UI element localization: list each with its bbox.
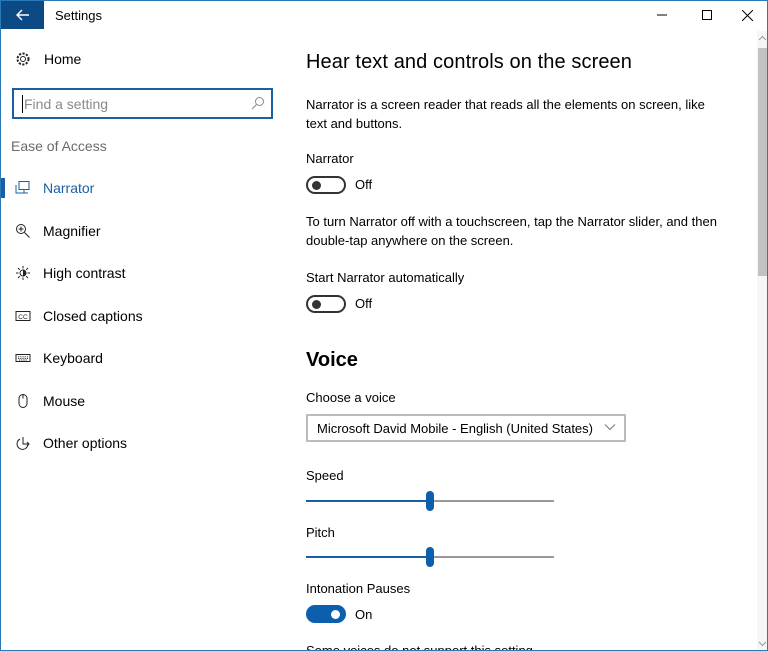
scrollbar-thumb[interactable] bbox=[758, 48, 767, 276]
close-icon bbox=[741, 9, 753, 21]
choose-voice-label: Choose a voice bbox=[306, 390, 396, 405]
scroll-down-icon[interactable] bbox=[758, 640, 767, 648]
intonation-toggle[interactable] bbox=[306, 605, 346, 623]
start-narrator-toggle-state: Off bbox=[355, 296, 373, 311]
other-options-icon bbox=[15, 435, 31, 451]
voice-select[interactable]: Microsoft David Mobile - English (United… bbox=[306, 414, 626, 442]
toggle-knob bbox=[331, 610, 340, 619]
narrator-icon bbox=[15, 180, 31, 196]
chevron-down-icon bbox=[604, 424, 616, 431]
back-button[interactable] bbox=[1, 1, 44, 29]
pitch-label: Pitch bbox=[306, 525, 335, 540]
sidebar-item-closed-captions[interactable]: CC Closed captions bbox=[1, 295, 291, 338]
speed-slider[interactable] bbox=[306, 491, 554, 511]
intro-text: Narrator is a screen reader that reads a… bbox=[306, 97, 705, 131]
sidebar-item-other-options[interactable]: Other options bbox=[1, 422, 291, 465]
slider-thumb[interactable] bbox=[426, 491, 434, 511]
voice-select-value: Microsoft David Mobile - English (United… bbox=[317, 420, 593, 436]
sidebar-item-label: High contrast bbox=[43, 265, 126, 282]
sidebar-item-keyboard[interactable]: Keyboard bbox=[1, 337, 291, 380]
gear-icon bbox=[16, 52, 30, 66]
sidebar-item-label: Closed captions bbox=[43, 307, 143, 324]
arrow-left-icon bbox=[15, 9, 29, 21]
slider-fill bbox=[306, 556, 430, 558]
intonation-label: Intonation Pauses bbox=[306, 581, 411, 596]
sidebar-item-label: Keyboard bbox=[43, 350, 103, 367]
main-content: Hear text and controls on the screen Nar… bbox=[306, 31, 746, 651]
scroll-up-icon[interactable] bbox=[758, 34, 767, 42]
pitch-slider[interactable] bbox=[306, 547, 554, 567]
voice-heading: Voice bbox=[306, 349, 358, 371]
search-box[interactable] bbox=[12, 88, 273, 119]
voice-support-note: Some voices do not support this setting. bbox=[306, 643, 537, 651]
vertical-scrollbar[interactable] bbox=[757, 31, 767, 650]
search-input[interactable] bbox=[22, 95, 247, 113]
touch-note-text: To turn Narrator off with a touchscreen,… bbox=[306, 214, 717, 248]
maximize-button[interactable] bbox=[689, 1, 725, 29]
toggle-knob bbox=[312, 181, 321, 190]
keyboard-icon bbox=[15, 350, 31, 366]
toggle-knob bbox=[312, 300, 321, 309]
magnifier-icon bbox=[15, 223, 31, 239]
sidebar-nav: Narrator Magnifier High contrast CC Clos… bbox=[1, 167, 291, 465]
high-contrast-icon bbox=[15, 265, 31, 281]
sidebar-item-label: Mouse bbox=[43, 392, 86, 409]
maximize-icon bbox=[702, 10, 712, 20]
home-label: Home bbox=[44, 51, 82, 67]
sidebar-item-magnifier[interactable]: Magnifier bbox=[1, 210, 291, 253]
group-label: Ease of Access bbox=[11, 138, 107, 154]
minimize-icon bbox=[657, 14, 667, 16]
mouse-icon bbox=[15, 393, 31, 409]
closed-captions-icon: CC bbox=[15, 308, 31, 324]
narrator-toggle[interactable] bbox=[306, 176, 346, 194]
svg-text:CC: CC bbox=[18, 314, 28, 321]
minimize-button[interactable] bbox=[644, 1, 680, 29]
close-button[interactable] bbox=[729, 1, 765, 29]
sidebar-item-narrator[interactable]: Narrator bbox=[1, 167, 291, 210]
sidebar-item-label: Magnifier bbox=[43, 222, 101, 239]
sidebar-item-mouse[interactable]: Mouse bbox=[1, 380, 291, 423]
intonation-toggle-state: On bbox=[355, 607, 373, 622]
start-narrator-toggle[interactable] bbox=[306, 295, 346, 313]
speed-label: Speed bbox=[306, 468, 344, 483]
window-title: Settings bbox=[55, 8, 102, 23]
search-icon[interactable] bbox=[251, 96, 265, 110]
start-auto-label: Start Narrator automatically bbox=[306, 270, 465, 285]
narrator-label: Narrator bbox=[306, 151, 354, 166]
home-link[interactable]: Home bbox=[15, 51, 81, 67]
title-bar: Settings bbox=[1, 1, 767, 31]
slider-fill bbox=[306, 500, 430, 502]
sidebar-item-label: Narrator bbox=[43, 180, 95, 197]
sidebar-item-high-contrast[interactable]: High contrast bbox=[1, 252, 291, 295]
narrator-toggle-state: Off bbox=[355, 177, 373, 192]
sidebar-item-label: Other options bbox=[43, 435, 128, 452]
page-title: Hear text and controls on the screen bbox=[306, 51, 633, 73]
settings-window: Settings Home Ease of Access Narrator bbox=[0, 0, 768, 651]
sidebar: Home Ease of Access Narrator Magnifier H… bbox=[1, 31, 291, 650]
slider-thumb[interactable] bbox=[426, 547, 434, 567]
